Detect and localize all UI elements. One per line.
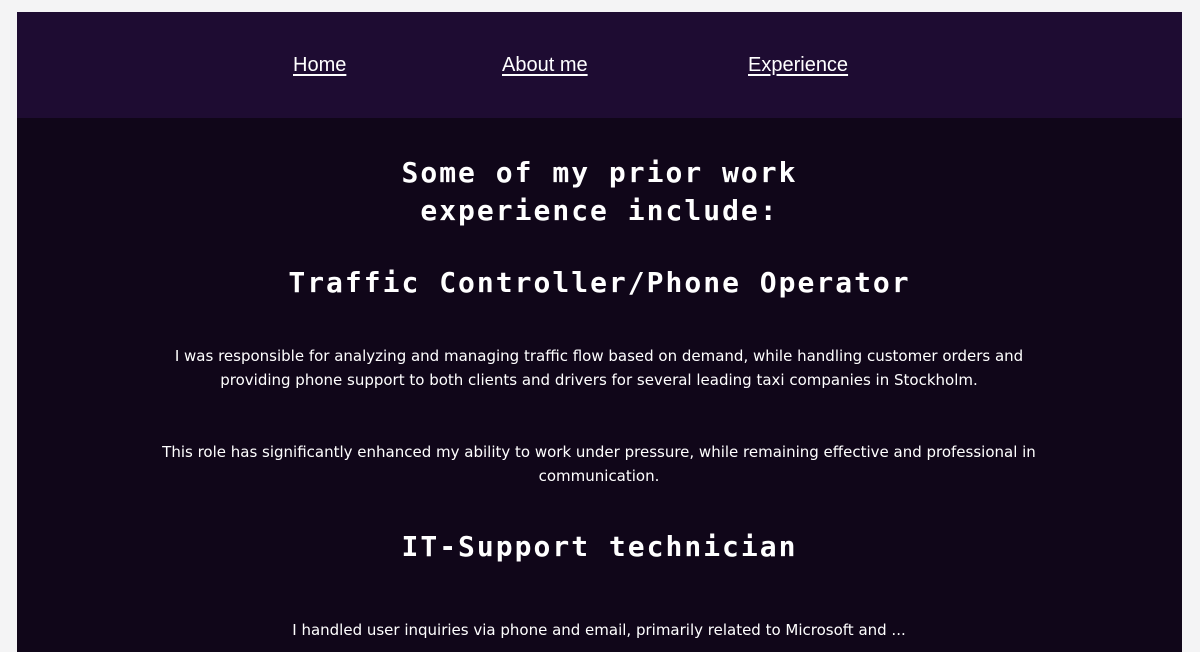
job-title-traffic-controller: Traffic Controller/Phone Operator [288,266,911,299]
job2-description: I handled user inquiries via phone and e… [292,621,906,639]
intro-line-1: Some of my prior work [401,156,798,189]
job-title-it-support: IT-Support technician [401,530,798,563]
section-intro-heading: Some of my prior work experience include… [17,154,1182,230]
nav-link-experience[interactable]: Experience [748,54,848,77]
job1-summary: This role has significantly enhanced my … [162,443,1036,485]
job1-description: I was responsible for analyzing and mana… [174,347,1024,389]
top-nav: Home About me Experience [17,12,1182,118]
nav-link-home[interactable]: Home [293,54,346,77]
nav-link-about[interactable]: About me [502,54,588,77]
page-frame: Home About me Experience Some of my prio… [17,12,1182,652]
intro-line-2: experience include: [420,194,779,227]
